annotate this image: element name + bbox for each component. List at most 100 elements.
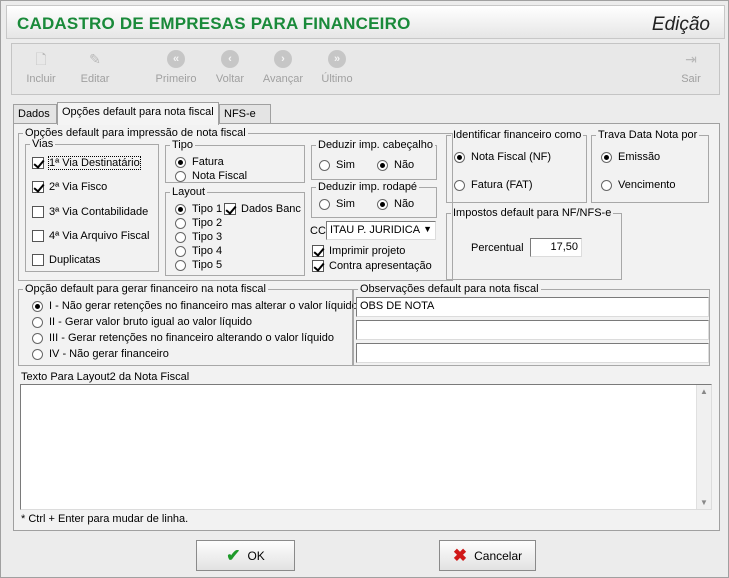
radio-selected[interactable] — [601, 151, 612, 163]
chevron-down-icon[interactable]: ▼ — [423, 224, 432, 234]
layout-tipo1-radio[interactable]: Tipo 1 — [175, 203, 222, 215]
tipo-nota-fiscal-label: Nota Fiscal — [192, 170, 248, 182]
next-record-icon: › — [274, 50, 292, 68]
radio-unselected[interactable] — [175, 245, 186, 257]
trava-emissao-radio[interactable]: Emissão — [601, 151, 660, 163]
radio-unselected[interactable] — [319, 159, 330, 171]
sair-button[interactable]: ⇥ Sair — [669, 50, 713, 85]
impressao-legend: Opções default para impressão de nota fi… — [25, 127, 246, 139]
gerar-opcao-1-label: I - Não gerar retenções no financeiro ma… — [49, 300, 358, 312]
trava-emissao-label: Emissão — [618, 151, 661, 163]
tipo-nota-fiscal-radio[interactable]: Nota Fiscal — [175, 170, 247, 182]
editar-button[interactable]: ✎ Editar — [73, 50, 117, 85]
radio-selected[interactable] — [377, 159, 388, 171]
gerar-opcao-4-radio[interactable]: IV - Não gerar financeiro — [32, 348, 169, 360]
avancar-button[interactable]: › Avançar — [261, 50, 305, 85]
radio-unselected[interactable] — [175, 231, 186, 243]
texto-layout2-label: Texto Para Layout2 da Nota Fiscal — [21, 371, 190, 383]
radio-selected[interactable] — [175, 203, 186, 215]
via-4-checkbox[interactable]: 4ª Via Arquivo Fiscal — [32, 230, 149, 242]
radio-unselected[interactable] — [319, 198, 330, 210]
ok-button[interactable]: ✔ OK — [196, 540, 295, 571]
layout-tipo3-radio[interactable]: Tipo 3 — [175, 231, 222, 243]
identificar-legend: Identificar financeiro como — [453, 129, 582, 141]
tab-opcoes-nota-fiscal[interactable]: Opções default para nota fiscal — [57, 102, 219, 125]
imprimir-projeto-checkbox[interactable]: Imprimir projeto — [312, 245, 405, 257]
cabecalho-sim-radio[interactable]: Sim — [319, 159, 355, 171]
cc-select[interactable]: ITAU P. JURIDICA ▼ — [326, 221, 436, 240]
observacao-line-3-input[interactable] — [356, 343, 709, 363]
impostos-legend: Impostos default para NF/NFS-e — [453, 207, 612, 219]
percentual-input[interactable]: 17,50 — [530, 238, 582, 257]
cancel-x-icon: ✖ — [452, 545, 468, 565]
percentual-label: Percentual — [471, 242, 524, 254]
checkbox-checked[interactable] — [224, 203, 236, 215]
rodape-nao-radio[interactable]: Não — [377, 198, 414, 210]
layout-tipo4-radio[interactable]: Tipo 4 — [175, 245, 222, 257]
last-record-icon: » — [328, 50, 346, 68]
radio-selected[interactable] — [454, 151, 465, 163]
radio-unselected[interactable] — [32, 348, 43, 360]
checkbox-checked[interactable] — [32, 181, 44, 193]
layout-tipo5-radio[interactable]: Tipo 5 — [175, 259, 222, 271]
checkbox-checked[interactable] — [312, 260, 324, 272]
ultimo-button[interactable]: » Último — [315, 50, 359, 85]
identificar-nf-radio[interactable]: Nota Fiscal (NF) — [454, 151, 551, 163]
checkbox-checked[interactable] — [32, 157, 44, 169]
trava-vencimento-radio[interactable]: Vencimento — [601, 179, 675, 191]
radio-unselected[interactable] — [454, 179, 465, 191]
via-3-checkbox[interactable]: 3ª Via Contabilidade — [32, 206, 148, 218]
dados-banc-checkbox[interactable]: Dados Banc — [224, 203, 301, 215]
via-1-checkbox[interactable]: 1ª Via Destinatário — [32, 156, 141, 170]
checkbox-unchecked[interactable] — [32, 230, 44, 242]
scroll-up-icon[interactable]: ▲ — [700, 387, 708, 396]
incluir-button[interactable]: 🗋 Incluir — [19, 50, 63, 85]
trava-legend: Trava Data Nota por — [598, 129, 698, 141]
checkbox-unchecked[interactable] — [32, 206, 44, 218]
radio-unselected[interactable] — [175, 170, 186, 182]
radio-unselected[interactable] — [601, 179, 612, 191]
cabecalho-nao-radio[interactable]: Não — [377, 159, 414, 171]
previous-record-icon: ‹ — [221, 50, 239, 68]
voltar-button[interactable]: ‹ Voltar — [208, 50, 252, 85]
cancelar-label: Cancelar — [474, 548, 523, 563]
layout-tipo2-radio[interactable]: Tipo 2 — [175, 217, 222, 229]
radio-unselected[interactable] — [175, 217, 186, 229]
observacao-line-2-input[interactable] — [356, 320, 709, 340]
observacao-line-1-input[interactable]: OBS DE NOTA — [356, 297, 709, 317]
primeiro-label: Primeiro — [155, 73, 197, 85]
cancelar-button[interactable]: ✖ Cancelar — [439, 540, 536, 571]
radio-unselected[interactable] — [175, 259, 186, 271]
gerar-opcao-3-label: III - Gerar retenções no financeiro alte… — [49, 332, 334, 344]
tipo-fatura-radio[interactable]: Fatura — [175, 156, 224, 168]
rodape-sim-radio[interactable]: Sim — [319, 198, 355, 210]
scroll-down-icon[interactable]: ▼ — [700, 498, 708, 507]
contra-apresentacao-checkbox[interactable]: Contra apresentação — [312, 260, 432, 272]
primeiro-button[interactable]: « Primeiro — [154, 50, 198, 85]
radio-selected[interactable] — [175, 156, 186, 168]
via-2-checkbox[interactable]: 2ª Via Fisco — [32, 181, 107, 193]
radio-unselected[interactable] — [32, 316, 43, 328]
title-bar: CADASTRO DE EMPRESAS PARA FINANCEIRO Edi… — [6, 5, 725, 39]
avancar-label: Avançar — [262, 73, 304, 85]
radio-unselected[interactable] — [32, 332, 43, 344]
radio-selected[interactable] — [377, 198, 388, 210]
new-document-icon: 🗋 — [35, 51, 47, 67]
identificar-group: Identificar financeiro como — [446, 130, 587, 203]
gerar-opcao-2-radio[interactable]: II - Gerar valor bruto igual ao valor lí… — [32, 316, 252, 328]
identificar-fat-radio[interactable]: Fatura (FAT) — [454, 179, 533, 191]
checkbox-unchecked[interactable] — [32, 254, 44, 266]
via-1-label: 1ª Via Destinatário — [48, 156, 141, 170]
checkbox-checked[interactable] — [312, 245, 324, 257]
tab-dados[interactable]: Dados — [13, 104, 57, 124]
gerar-opcao-3-radio[interactable]: III - Gerar retenções no financeiro alte… — [32, 332, 334, 344]
gerar-opcao-1-radio[interactable]: I - Não gerar retenções no financeiro ma… — [32, 300, 358, 312]
duplicatas-checkbox[interactable]: Duplicatas — [32, 254, 100, 266]
radio-selected[interactable] — [32, 300, 43, 312]
tab-nfse[interactable]: NFS-e — [219, 104, 271, 124]
textarea-scrollbar[interactable]: ▲ ▼ — [696, 385, 711, 509]
texto-layout2-textarea[interactable]: ▲ ▼ — [20, 384, 712, 510]
button-bar: ✔ OK ✖ Cancelar — [1, 537, 728, 577]
layout-tipo3-label: Tipo 3 — [192, 231, 223, 243]
imprimir-projeto-label: Imprimir projeto — [329, 245, 406, 257]
